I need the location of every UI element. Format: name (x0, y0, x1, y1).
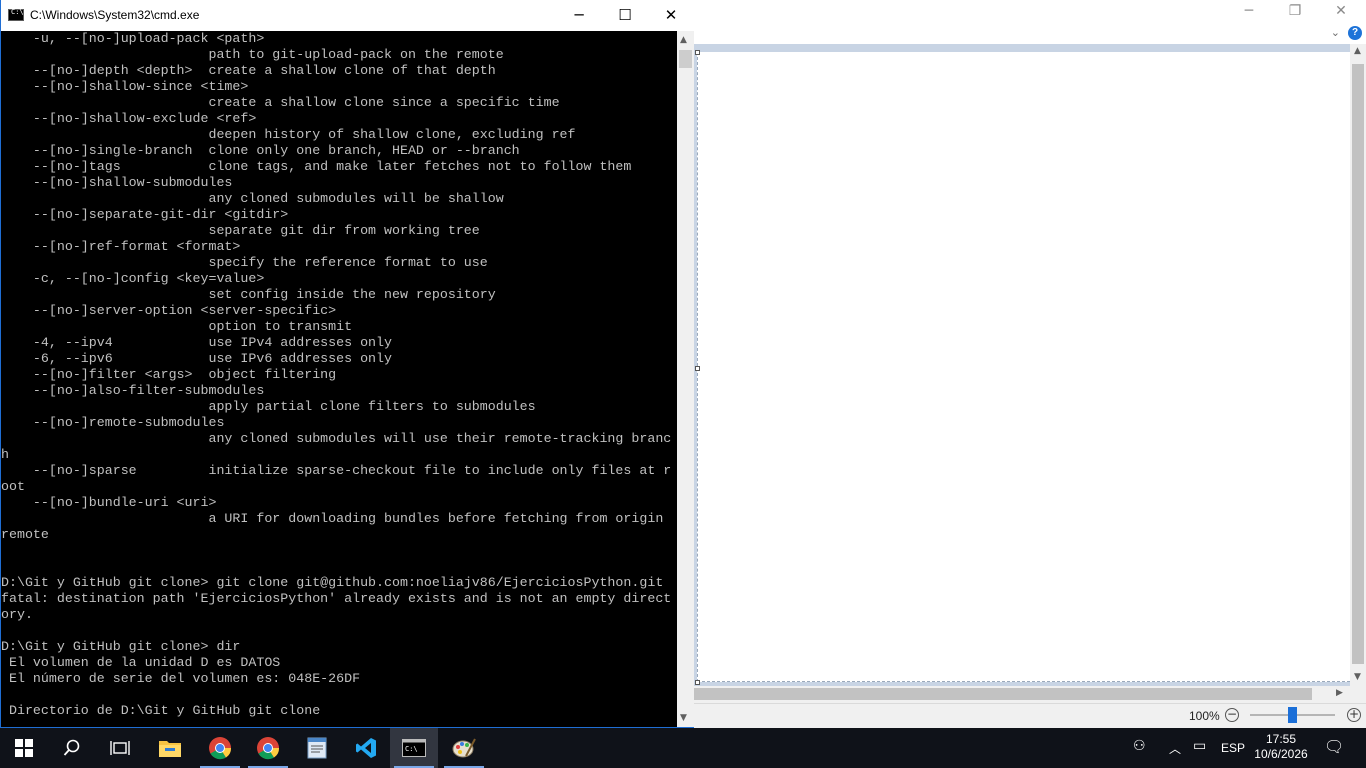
canvas-handle-top-left[interactable] (695, 50, 700, 55)
taskbar-chrome-1[interactable] (196, 728, 244, 768)
zoom-slider-thumb[interactable] (1288, 707, 1297, 723)
cmd-vertical-scrollbar[interactable]: ▲ ▼ (677, 31, 694, 727)
paint-minimize-button[interactable]: ─ (1226, 0, 1272, 26)
cmd-minimize-button[interactable]: ─ (556, 0, 602, 31)
task-view-button[interactable] (96, 728, 144, 768)
svg-text:C:\: C:\ (405, 745, 418, 753)
clock-date: 10/6/2026 (1254, 747, 1308, 761)
cmd-app-icon[interactable]: C:\ (8, 8, 24, 21)
search-button[interactable] (48, 728, 96, 768)
drawing-canvas[interactable] (697, 52, 1350, 682)
canvas-handle-left[interactable] (695, 366, 700, 371)
zoom-in-button[interactable]: + (1347, 708, 1361, 722)
windows-logo-icon (15, 739, 33, 757)
canvas-hscroll-thumb[interactable] (694, 688, 1312, 700)
zoom-out-button[interactable]: − (1225, 708, 1239, 722)
console-area[interactable]: -u, --[no-]upload-pack <path> path to gi… (1, 31, 677, 727)
taskbar-notepad[interactable] (293, 728, 341, 768)
show-hidden-icons-chevron-icon[interactable]: ︿ (1169, 740, 1181, 757)
cmd-window: C:\ C:\Windows\System32\cmd.exe ─ ☐ ✕ -u… (0, 0, 694, 728)
input-language[interactable]: ESP (1221, 741, 1245, 755)
paint-maximize-button[interactable]: ❐ (1272, 0, 1318, 26)
paint-icon (452, 738, 476, 758)
scroll-right-icon[interactable]: ▶ (1336, 688, 1343, 698)
network-icon[interactable]: ▭ (1193, 738, 1206, 754)
clock-time: 17:55 (1265, 732, 1297, 746)
cmd-scroll-down-icon[interactable]: ▼ (680, 713, 687, 723)
cmd-scroll-up-icon[interactable]: ▲ (680, 35, 687, 45)
chrome-icon (209, 737, 232, 760)
cmd-icon: C:\ (402, 739, 426, 757)
scroll-down-icon[interactable]: ▼ (1354, 672, 1361, 682)
vscode-icon (356, 738, 376, 758)
zoom-level: 100% (1189, 709, 1220, 723)
cmd-maximize-button[interactable]: ☐ (602, 0, 648, 31)
cmd-window-title: C:\Windows\System32\cmd.exe (30, 8, 200, 22)
taskbar-paint[interactable] (440, 728, 488, 768)
cmd-scroll-thumb[interactable] (679, 50, 692, 68)
notepad-icon (307, 737, 327, 759)
scroll-up-icon[interactable]: ▲ (1354, 46, 1361, 56)
chrome-icon (257, 737, 280, 760)
taskbar-vscode[interactable] (342, 728, 390, 768)
action-center-icon[interactable]: 🗨 (1324, 737, 1344, 756)
taskbar-cmd[interactable]: C:\ (390, 728, 438, 768)
taskbar-chrome-2[interactable] (244, 728, 292, 768)
cmd-close-button[interactable]: ✕ (648, 0, 694, 31)
paint-ribbon-row: ⌄ ? (694, 26, 1366, 44)
paint-close-button[interactable]: ✕ (1318, 0, 1364, 26)
canvas-vscroll-thumb[interactable] (1352, 64, 1364, 664)
clock[interactable]: 17:55 10/6/2026 (1253, 732, 1309, 762)
canvas-handle-bottom-left[interactable] (695, 680, 700, 685)
search-icon (63, 739, 80, 756)
start-button[interactable] (0, 728, 48, 768)
folder-icon (159, 741, 181, 757)
ribbon-expand-icon[interactable]: ⌄ (1331, 26, 1340, 39)
task-view-icon (110, 741, 130, 755)
help-icon[interactable]: ? (1348, 26, 1362, 40)
people-icon[interactable]: ⚇ (1133, 738, 1146, 754)
console-output: -u, --[no-]upload-pack <path> path to gi… (1, 31, 672, 718)
taskbar-file-explorer[interactable] (146, 728, 194, 768)
cmd-titlebar[interactable]: C:\ C:\Windows\System32\cmd.exe ─ ☐ ✕ (1, 0, 694, 31)
